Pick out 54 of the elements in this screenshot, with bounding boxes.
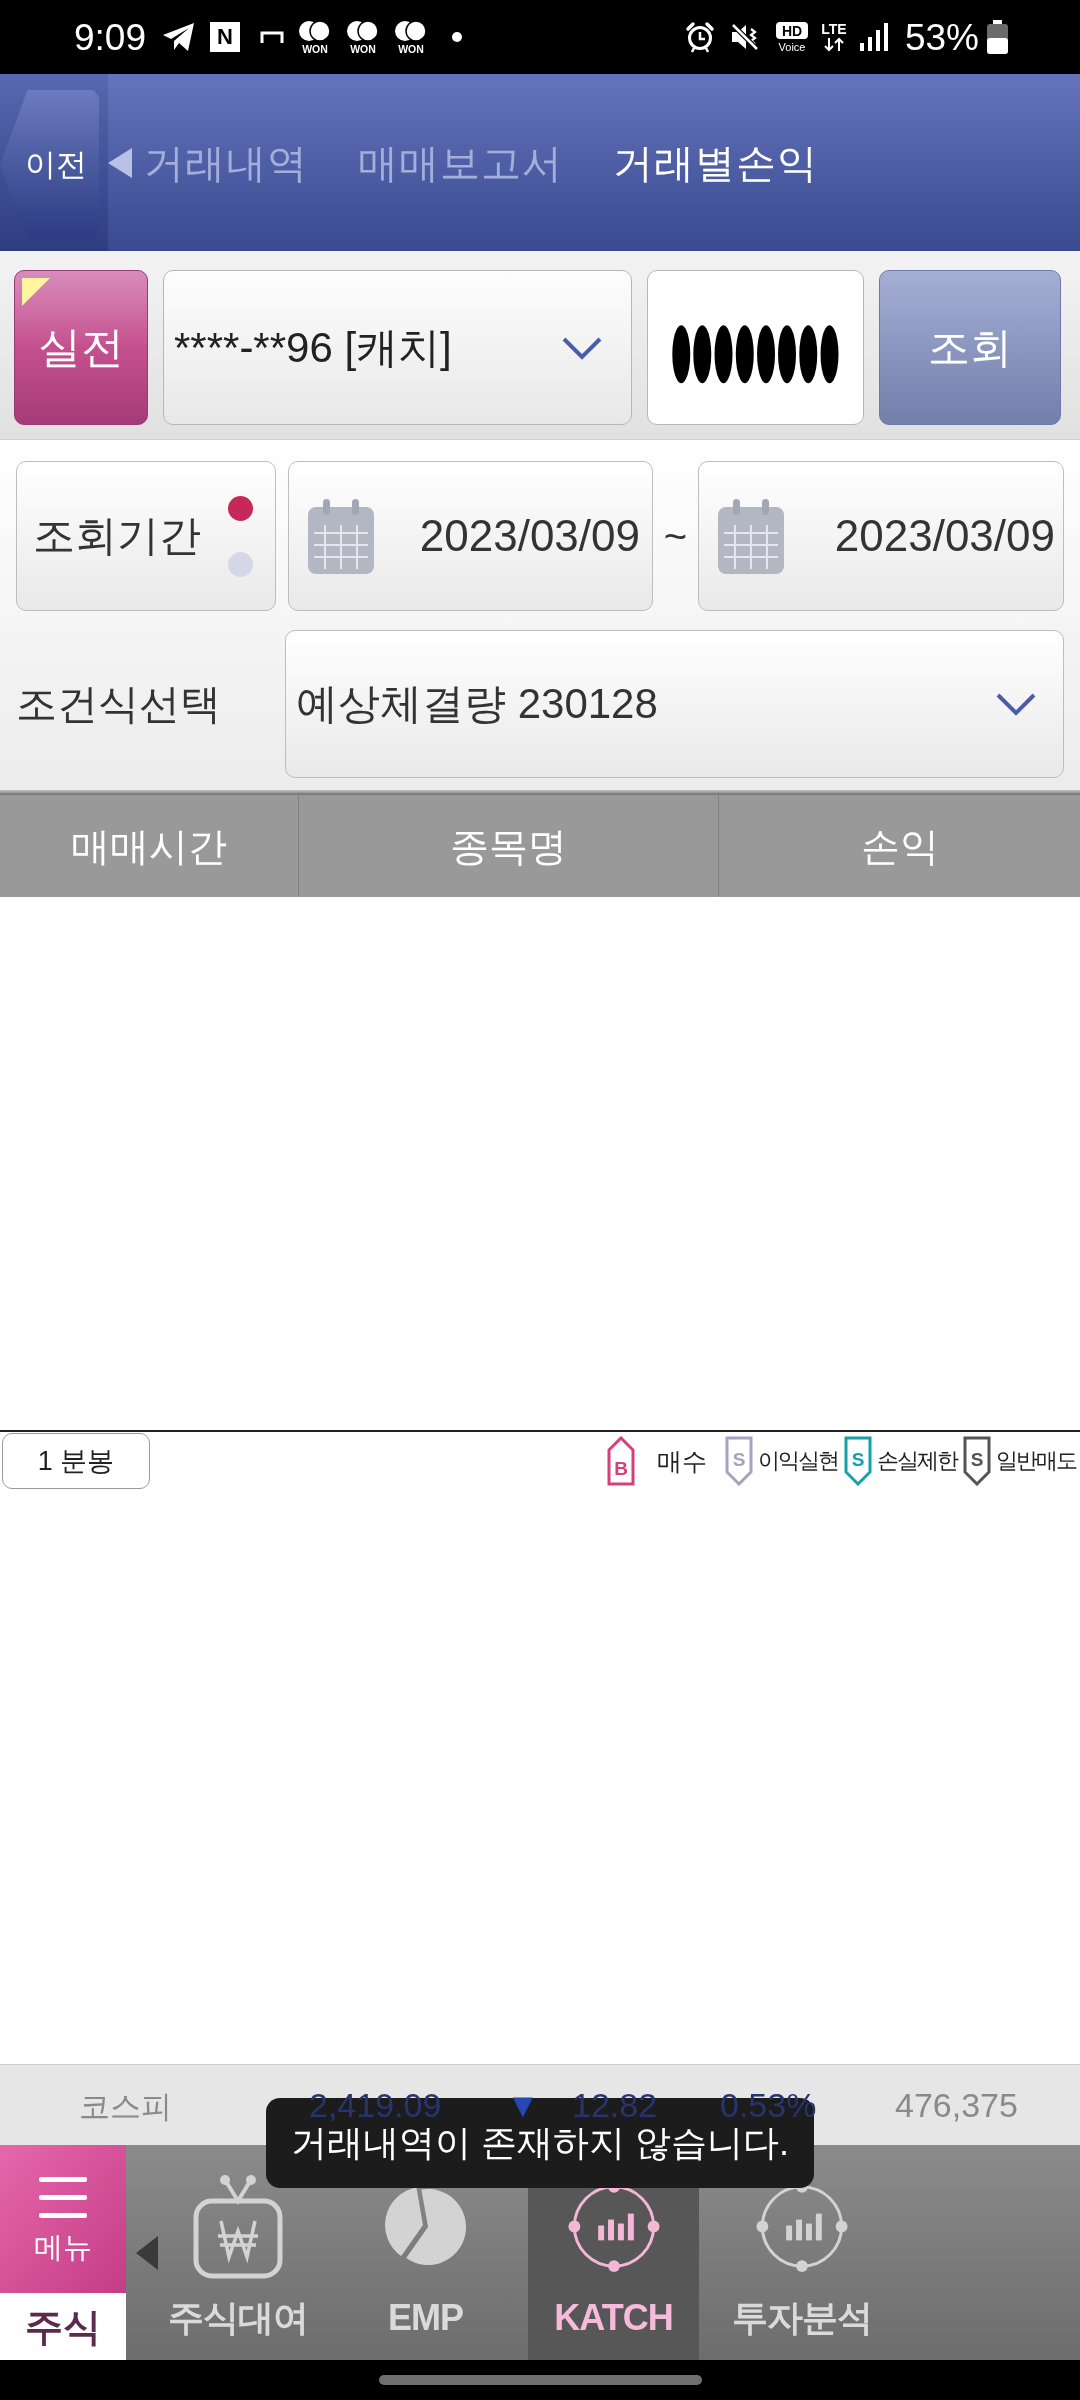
trade-volume: 476,375 — [895, 2086, 1018, 2124]
battery-percent: 53% — [904, 18, 979, 56]
account-dropdown[interactable]: ****-**96 [캐치] — [163, 270, 632, 425]
index-value: 2,419.09 — [309, 2086, 442, 2124]
menu-button[interactable]: 메뉴 — [0, 2145, 126, 2293]
nav-tab[interactable]: 주식대여 — [152, 2160, 323, 2360]
start-date: 2023/03/09 — [419, 514, 640, 558]
legend-label: 손실제한 — [877, 1450, 957, 1472]
signal-bars-icon — [858, 23, 889, 51]
status-time: 9:09 — [74, 18, 146, 56]
back-button[interactable]: 이전 — [0, 89, 99, 240]
legend-label: 일반매도 — [996, 1450, 1076, 1472]
calendar-icon — [308, 498, 374, 574]
legend-label: 매수 — [657, 1448, 707, 1474]
chevron-down-icon — [561, 335, 603, 360]
condition-dropdown[interactable]: 예상체결량 230128 — [285, 630, 1064, 778]
end-date-field[interactable]: 2023/03/09 — [698, 461, 1064, 611]
end-date: 2023/03/09 — [834, 514, 1055, 558]
condition-label: 조건식선택 — [16, 683, 221, 725]
menu-icon — [39, 2176, 87, 2219]
calendar-icon — [718, 498, 784, 574]
legend-label: 이익실현 — [758, 1450, 838, 1472]
period-selector[interactable]: 조회기간 — [16, 461, 276, 611]
paper-plane-icon — [162, 22, 195, 52]
column-header[interactable]: 손익 — [719, 795, 1080, 897]
tab[interactable]: 매매보고서 — [358, 142, 563, 183]
password-field[interactable]: ●●●●●●●● — [647, 270, 864, 425]
period-label: 조회기간 — [33, 515, 201, 557]
tab[interactable]: 거래별손익 — [613, 142, 818, 183]
chevron-down-icon — [995, 692, 1037, 716]
change-value: 12.82 — [572, 2086, 658, 2124]
change-direction-mark: ▼ — [506, 2086, 540, 2124]
triangle-left-icon[interactable] — [136, 2235, 158, 2270]
search-button[interactable]: 조회 — [879, 270, 1061, 425]
tab[interactable]: 거래내역 — [108, 142, 308, 183]
alarm-clock-icon — [684, 21, 715, 53]
interval-button[interactable]: 1 분봉 — [2, 1433, 150, 1489]
sell-marker: S — [844, 1436, 872, 1486]
nav-tab[interactable]: EMP — [340, 2160, 511, 2360]
corner-triangle-icon — [22, 278, 50, 306]
bracket-icon — [260, 31, 284, 43]
category-tab[interactable]: 주식 — [0, 2293, 126, 2360]
tv-won-icon — [192, 2174, 283, 2279]
app-notification-badge: N — [210, 22, 240, 52]
buy-marker: B — [607, 1436, 635, 1486]
triangle-left-icon — [108, 147, 132, 178]
sell-marker: S — [725, 1436, 753, 1486]
index-name: 코스피 — [79, 2089, 172, 2124]
start-date-field[interactable]: 2023/03/09 — [288, 461, 653, 611]
battery-icon — [986, 20, 1009, 54]
sell-marker: S — [963, 1436, 991, 1486]
mode-button[interactable]: 실전 — [14, 270, 148, 425]
nav-tab[interactable]: 투자분석 — [716, 2160, 887, 2360]
date-range-separator: ~ — [662, 516, 689, 556]
